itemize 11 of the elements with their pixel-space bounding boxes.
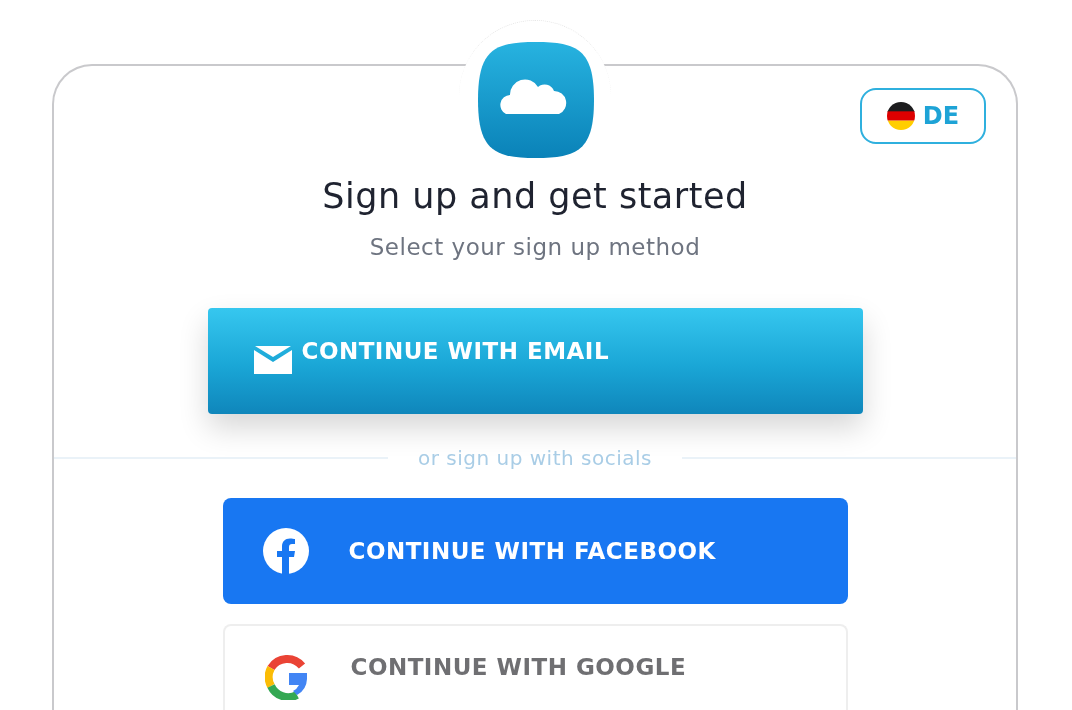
email-signup-button[interactable]: CONTINUE WITH EMAIL bbox=[207, 308, 863, 414]
language-button[interactable]: DE bbox=[860, 88, 986, 144]
divider-text: or sign up with socials bbox=[418, 446, 652, 470]
envelope-icon bbox=[253, 346, 292, 376]
page-title: Sign up and get started bbox=[322, 176, 748, 216]
cloud-logo-icon bbox=[478, 42, 594, 158]
facebook-signup-button[interactable]: CONTINUE WITH FACEBOOK bbox=[222, 498, 848, 604]
google-signup-button[interactable]: CONTINUE WITH GOOGLE bbox=[222, 624, 848, 710]
flag-icon bbox=[886, 102, 915, 130]
facebook-icon bbox=[262, 528, 309, 574]
page-subtitle: Select your sign up method bbox=[369, 234, 701, 260]
